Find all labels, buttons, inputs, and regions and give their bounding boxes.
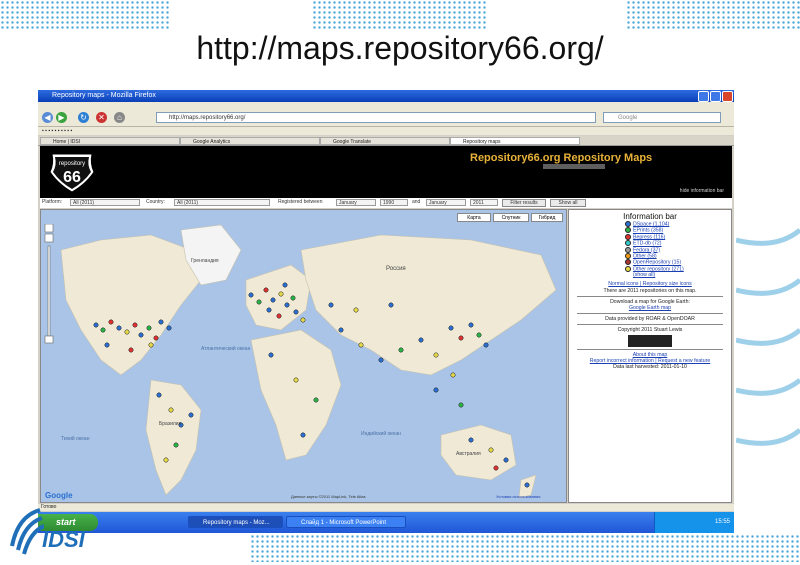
icons-link[interactable]: Normal icons | Repository size icons: [608, 281, 692, 287]
map-type-map-button[interactable]: Карта: [457, 213, 491, 222]
north-america-shape: [60, 234, 202, 376]
stop-icon[interactable]: ✕: [96, 112, 107, 123]
map-type-satellite-button[interactable]: Спутник: [493, 213, 529, 222]
tab-translate[interactable]: Google Translate: [320, 137, 450, 145]
information-bar: Information bar DSpace (1,104) EPrints (…: [568, 209, 732, 503]
divider: [577, 349, 723, 350]
from-year-select[interactable]: 1990: [380, 199, 408, 206]
label-indian: Индийский океан: [361, 430, 401, 437]
home-icon[interactable]: ⌂: [114, 112, 125, 123]
tab-analytics[interactable]: Google Analytics: [180, 137, 320, 145]
to-year-select[interactable]: 2011: [470, 199, 498, 206]
search-input[interactable]: Google: [603, 112, 721, 123]
data-provided-text: Data provided by ROAR & OpenDOAR: [605, 316, 695, 322]
swoosh-decoration: [736, 228, 800, 446]
window-titlebar: Repository maps - Mozilla Firefox: [38, 90, 734, 102]
asia-shape: [300, 234, 557, 376]
south-america-shape: [145, 379, 202, 496]
close-icon[interactable]: [722, 91, 733, 102]
google-earth-link[interactable]: Google Earth map: [629, 305, 671, 311]
browser-screenshot: Repository maps - Mozilla Firefox ◀ ▶ ↻ …: [38, 90, 734, 533]
dot-band-bottom: [250, 534, 800, 562]
world-map[interactable]: Гренландия Россия Атлантический океан Ти…: [40, 209, 567, 503]
page-banner: repository 66 Repository66.org Repositor…: [40, 146, 732, 198]
tab-strip: Home | IDSI Google Analytics Google Tran…: [38, 136, 734, 146]
country-select[interactable]: All (2011): [174, 199, 270, 206]
africa-shape: [250, 329, 342, 461]
filter-bar: Platform: All (2011) Country: All (2011)…: [40, 198, 732, 208]
label-australia: Австралия: [456, 451, 481, 457]
to-month-select[interactable]: January: [426, 199, 466, 206]
label-pacific: Тихий океан: [61, 435, 90, 442]
minimize-icon[interactable]: [698, 91, 709, 102]
map-attribution: Данные карты ©2011 MapLink, Tele Atlas: [291, 494, 366, 499]
label-greenland: Гренландия: [191, 258, 219, 264]
label-russia: Россия: [386, 266, 406, 272]
tab-home[interactable]: Home | IDSI: [40, 137, 180, 145]
google-logo: Google: [45, 491, 73, 500]
idsi-logo-icon: [10, 508, 44, 555]
cc-license-badge[interactable]: [628, 335, 672, 347]
window-title: Repository maps - Mozilla Firefox: [52, 92, 156, 99]
map-canvas: Гренландия Россия Атлантический океан Ти…: [45, 224, 557, 500]
zoom-control[interactable]: [44, 223, 54, 344]
from-month-select[interactable]: January: [336, 199, 376, 206]
maximize-icon[interactable]: [710, 91, 721, 102]
info-bar-heading: Information bar: [623, 212, 677, 221]
repository-count: There are 2011 repositories on this map.: [603, 288, 697, 294]
menu-bar: [38, 102, 734, 109]
url-field[interactable]: http://maps.repository66.org/: [156, 112, 596, 123]
banner-title: Repository66.org Repository Maps: [470, 152, 653, 164]
reload-icon[interactable]: ↻: [78, 112, 89, 123]
dot-band-top-right: [626, 0, 800, 30]
platform-label: Platform:: [42, 199, 63, 205]
repository66-logo: repository 66: [49, 153, 95, 193]
label-brazil: Бразилия: [159, 421, 182, 427]
task-powerpoint[interactable]: Слайд 1 - Microsoft PowerPoint: [286, 516, 406, 528]
system-tray: 15:55: [654, 512, 734, 533]
country-label: Country:: [146, 199, 165, 205]
legend-item[interactable]: (show all): [625, 272, 731, 278]
map-type-hybrid-button[interactable]: Гибрид: [531, 213, 563, 222]
dot-band-top-left: [0, 0, 170, 30]
svg-text:66: 66: [63, 169, 81, 186]
hide-info-bar-link[interactable]: hide information bar: [680, 188, 724, 194]
clock: 15:55: [714, 519, 730, 525]
bookmarks-toolbar: ▪ ▪ ▪ ▪ ▪ ▪ ▪ ▪ ▪ ▪: [38, 127, 734, 135]
tab-repository-maps[interactable]: Repository maps: [450, 137, 580, 145]
registered-label: Registered between: [278, 199, 323, 205]
filter-results-button[interactable]: Filter results: [502, 199, 546, 207]
status-bar: Готово: [38, 504, 734, 511]
copyright-text: Copyright 2011 Stuart Lewis: [617, 327, 683, 333]
divider: [577, 313, 723, 314]
terms-link: Условия использования: [496, 494, 540, 499]
windows-taskbar: start Repository maps - Moz... Слайд 1 -…: [38, 512, 734, 533]
banner-subtitle-bar: [543, 164, 605, 169]
divider: [577, 324, 723, 325]
task-firefox[interactable]: Repository maps - Moz...: [188, 516, 283, 528]
show-all-button[interactable]: Show all: [550, 199, 586, 207]
navigation-toolbar: ◀ ▶ ↻ ✕ ⌂ http://maps.repository66.org/ …: [38, 109, 734, 127]
platform-select[interactable]: All (2011): [70, 199, 140, 206]
svg-text:repository: repository: [59, 161, 85, 167]
back-icon[interactable]: ◀: [42, 112, 53, 123]
dot-band-top-center: [312, 0, 488, 30]
legend: DSpace (1,104) EPrints (358) Bepress (11…: [625, 221, 731, 278]
divider: [577, 296, 723, 297]
slide-title: http://maps.repository66.org/: [196, 30, 604, 66]
last-updated: Data last harvested: 2011-01-10: [613, 364, 687, 370]
forward-icon[interactable]: ▶: [56, 112, 67, 123]
label-atlantic: Атлантический океан: [201, 345, 251, 352]
and-label: and: [412, 199, 421, 205]
idsi-logo-text: IDSI: [42, 527, 85, 552]
